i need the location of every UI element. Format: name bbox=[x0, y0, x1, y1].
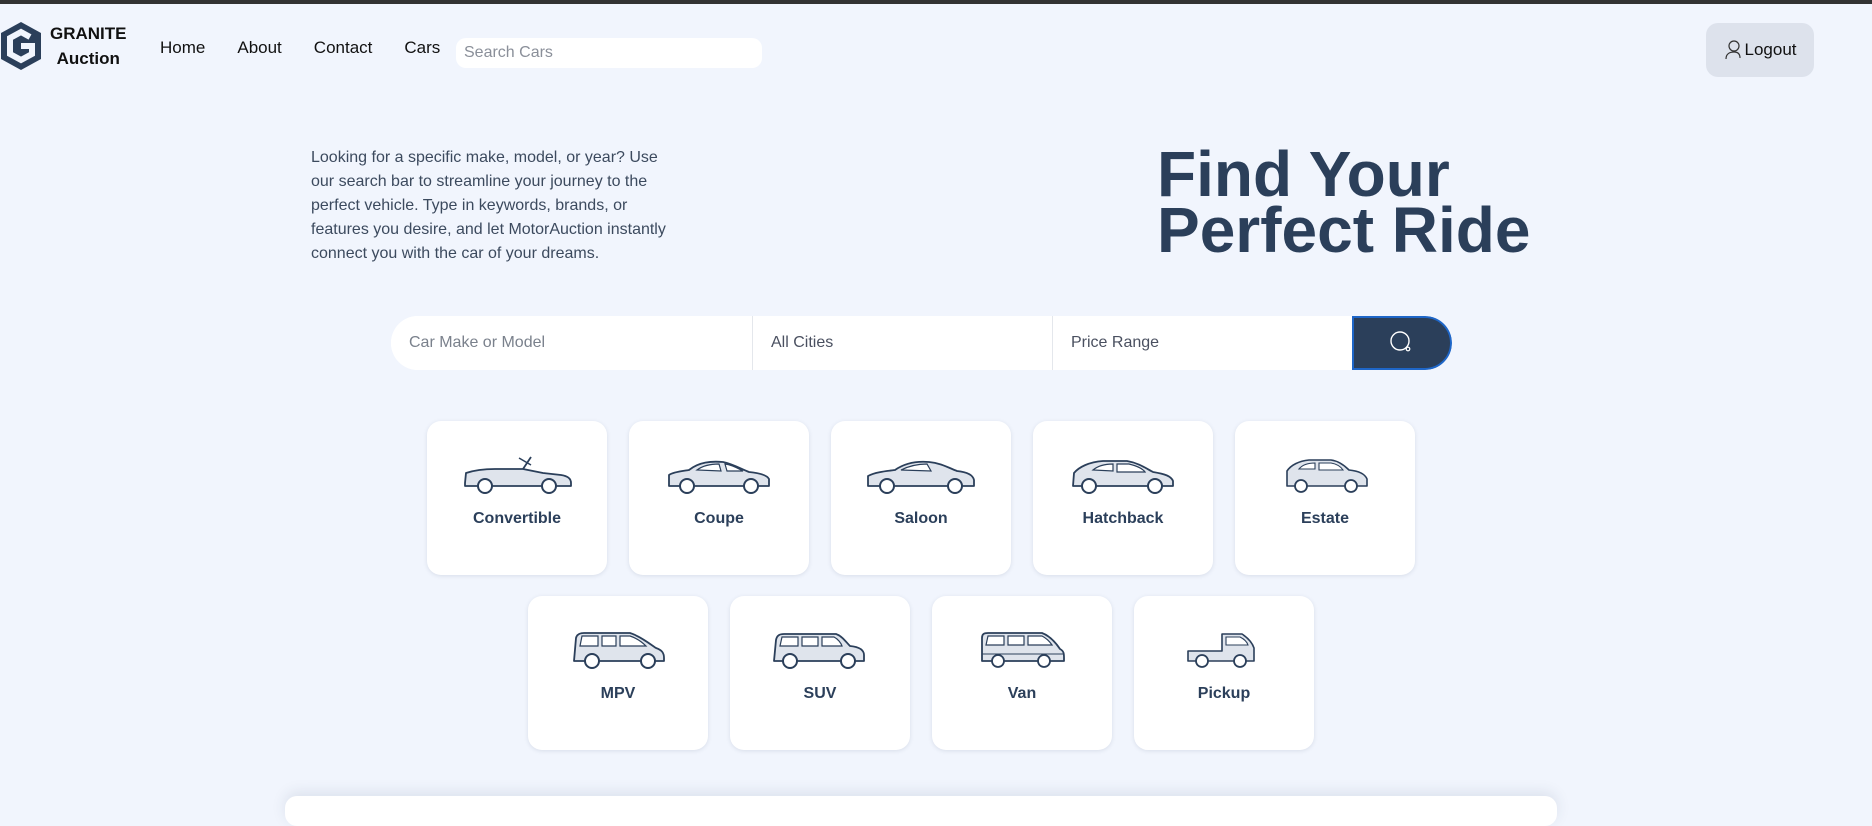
car-type-label: SUV bbox=[803, 685, 837, 702]
logo[interactable]: GRANITE Auction bbox=[0, 18, 127, 74]
car-type-label: Coupe bbox=[694, 510, 744, 527]
car-type-label: Estate bbox=[1300, 510, 1350, 527]
car-type-pickup[interactable]: Pickup bbox=[1134, 596, 1314, 750]
car-type-label: Pickup bbox=[1197, 685, 1251, 702]
car-type-estate[interactable]: Estate bbox=[1235, 421, 1415, 575]
results-panel bbox=[285, 796, 1557, 826]
convertible-icon bbox=[464, 456, 572, 494]
header: GRANITE Auction Home About Contact Cars … bbox=[0, 4, 1872, 94]
car-type-label: Convertible bbox=[472, 510, 561, 527]
car-type-label: Hatchback bbox=[1082, 510, 1164, 527]
car-type-mpv[interactable]: MPV bbox=[528, 596, 708, 750]
nav-cars-link[interactable]: Cars bbox=[404, 38, 440, 58]
car-type-van[interactable]: Van bbox=[932, 596, 1112, 750]
car-type-label: MPV bbox=[600, 685, 636, 702]
mpv-icon bbox=[573, 632, 665, 669]
price-range-select[interactable]: Price Range bbox=[1052, 316, 1352, 370]
nav-about-link[interactable]: About bbox=[237, 38, 281, 58]
user-icon bbox=[1724, 40, 1741, 60]
nav-home-link[interactable]: Home bbox=[160, 38, 205, 58]
car-type-saloon[interactable]: Saloon bbox=[831, 421, 1011, 575]
nav-contact-link[interactable]: Contact bbox=[314, 38, 373, 58]
search-button[interactable] bbox=[1352, 316, 1452, 370]
hero-description: Looking for a specific make, model, or y… bbox=[311, 149, 666, 262]
car-type-coupe[interactable]: Coupe bbox=[629, 421, 809, 575]
saloon-icon bbox=[867, 460, 975, 494]
hero-title: Find Your Perfect Ride bbox=[1157, 142, 1617, 266]
estate-icon bbox=[1286, 459, 1368, 493]
hero-title-line2: Perfect Ride bbox=[1157, 194, 1531, 266]
logo-title: GRANITE bbox=[50, 24, 127, 43]
logout-button[interactable]: Logout bbox=[1706, 23, 1814, 77]
car-type-label: Saloon bbox=[894, 510, 948, 527]
coupe-icon bbox=[668, 460, 770, 494]
car-type-suv[interactable]: SUV bbox=[730, 596, 910, 750]
granite-logo-icon bbox=[1, 22, 41, 70]
main-nav: Home About Contact Cars bbox=[160, 38, 472, 58]
suv-icon bbox=[773, 633, 865, 669]
make-model-input[interactable]: Car Make or Model bbox=[391, 316, 752, 370]
hatchback-icon bbox=[1072, 460, 1174, 494]
pickup-icon bbox=[1187, 633, 1255, 668]
car-search-bar: Car Make or Model All Cities Price Range bbox=[391, 316, 1452, 370]
search-icon bbox=[1390, 331, 1411, 352]
car-type-label: Van bbox=[1007, 685, 1037, 702]
search-cars-input[interactable] bbox=[456, 38, 762, 68]
car-type-convertible[interactable]: Convertible bbox=[427, 421, 607, 575]
city-select[interactable]: All Cities bbox=[752, 316, 1052, 370]
logo-subtitle: Auction bbox=[56, 49, 120, 68]
van-icon bbox=[981, 632, 1065, 668]
car-type-hatchback[interactable]: Hatchback bbox=[1033, 421, 1213, 575]
logout-label: Logout bbox=[1744, 40, 1797, 59]
